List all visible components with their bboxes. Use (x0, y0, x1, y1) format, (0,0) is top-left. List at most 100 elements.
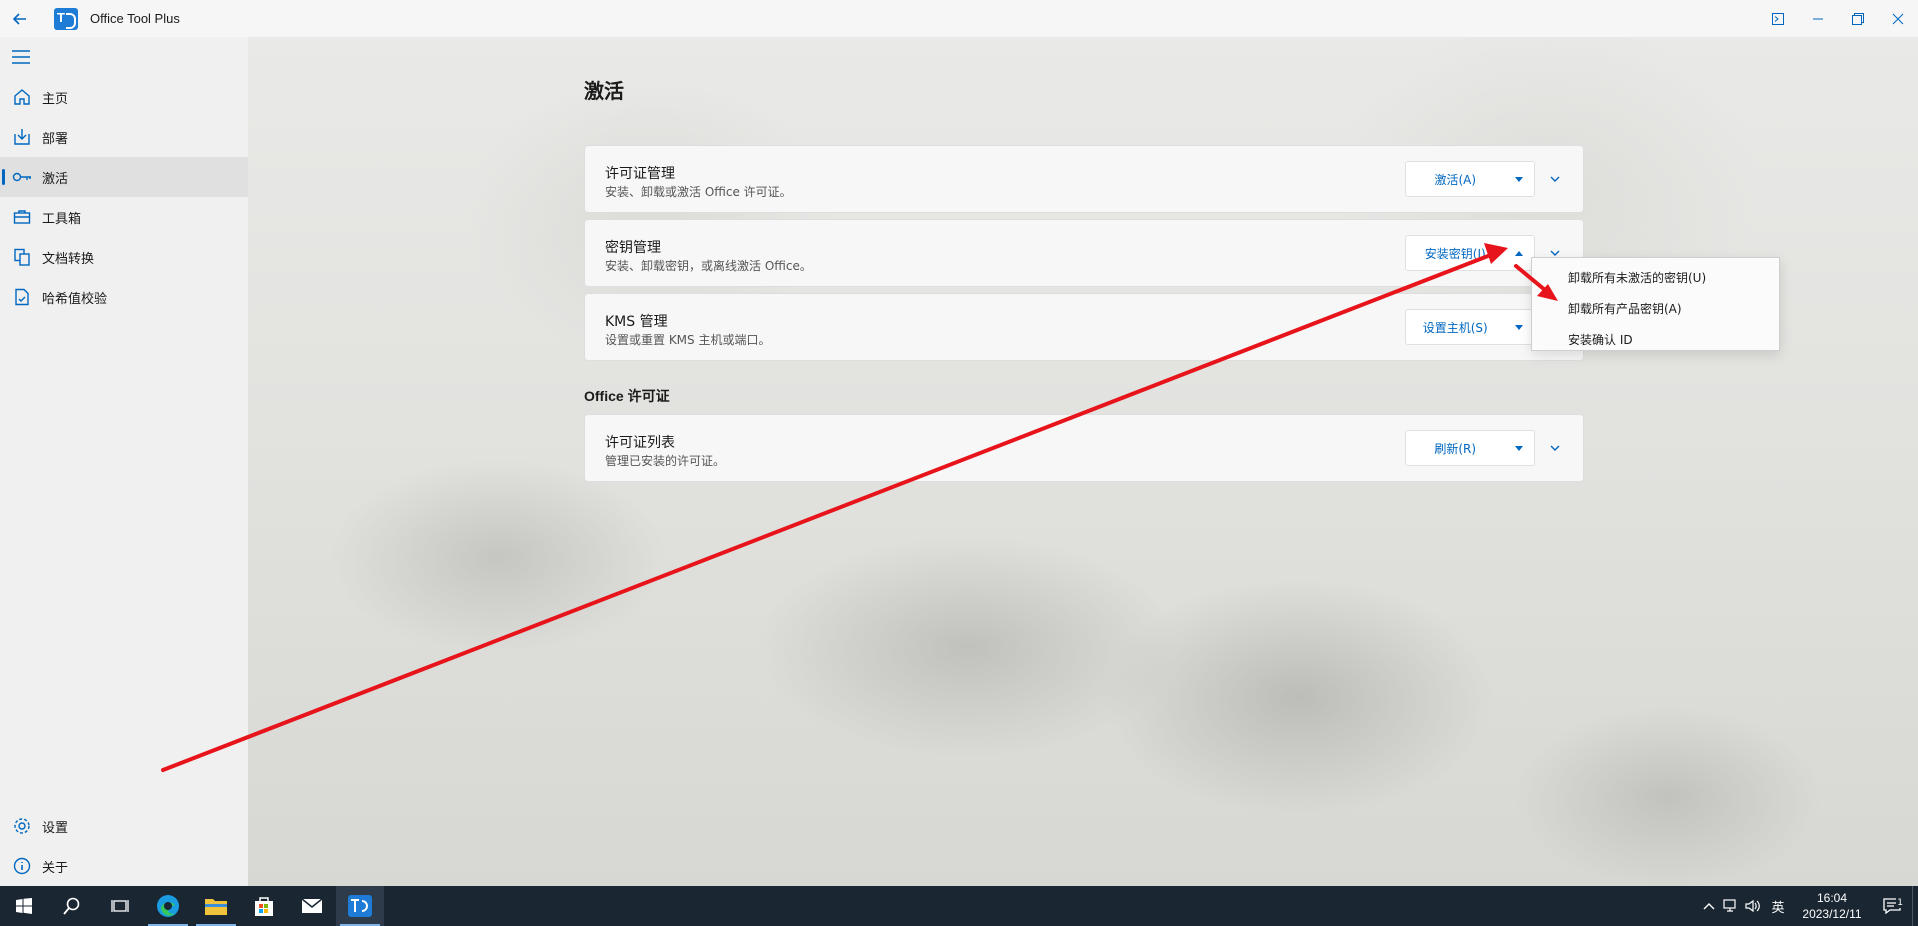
task-view-button[interactable] (96, 886, 144, 926)
sidebar: 主页 部署 激活 工具箱 文档转换 哈希值校验 设置 关于 (0, 37, 248, 886)
action-center-button[interactable]: 1 (1872, 898, 1912, 914)
edge-browser-icon (157, 895, 179, 917)
close-icon (1892, 13, 1904, 24)
show-desktop-button[interactable] (1912, 886, 1918, 926)
system-tray: 英 16:04 2023/12/11 1 (1698, 886, 1918, 926)
sidebar-item-deploy[interactable]: 部署 (0, 117, 248, 157)
minimize-icon (1813, 18, 1823, 19)
menu-toggle-button[interactable] (0, 37, 248, 77)
hash-check-icon (12, 287, 32, 307)
sidebar-item-hash-check[interactable]: 哈希值校验 (0, 277, 248, 317)
section-title: Office 许可证 (584, 388, 670, 404)
home-icon (12, 87, 32, 107)
app-title: Office Tool Plus (90, 11, 180, 26)
card-license-list: 许可证列表 管理已安装的许可证。 刷新(R) (584, 414, 1584, 482)
volume-button[interactable] (1742, 899, 1764, 913)
restore-button[interactable] (1838, 0, 1878, 37)
back-button[interactable] (0, 0, 40, 37)
caret-up-icon[interactable] (1504, 250, 1534, 256)
install-key-dropdown-menu: 卸载所有未激活的密钥(U) 卸载所有产品密钥(A) 安装确认 ID (1531, 257, 1780, 351)
chevron-down-icon[interactable] (1547, 171, 1563, 187)
taskbar-edge[interactable] (144, 886, 192, 926)
set-host-split-button[interactable]: 设置主机(S) (1405, 309, 1535, 345)
card-title: 许可证管理 (605, 166, 675, 182)
sidebar-item-about[interactable]: 关于 (0, 846, 248, 886)
set-host-button[interactable]: 设置主机(S) (1406, 319, 1504, 336)
caret-down-icon[interactable] (1504, 324, 1534, 330)
close-button[interactable] (1878, 0, 1918, 37)
menu-item-install-confirmation-id[interactable]: 安装确认 ID (1532, 324, 1779, 355)
sidebar-item-document-convert[interactable]: 文档转换 (0, 237, 248, 277)
office-tool-plus-icon (348, 895, 372, 917)
start-button[interactable] (0, 886, 48, 926)
search-icon (63, 897, 80, 915)
back-arrow-icon (13, 12, 26, 25)
input-language-indicator[interactable]: 英 (1764, 897, 1792, 916)
activate-split-button[interactable]: 激活(A) (1405, 161, 1535, 197)
gear-icon (12, 816, 32, 836)
show-hidden-icons-button[interactable] (1698, 902, 1720, 910)
minimize-button[interactable] (1798, 0, 1838, 37)
clock[interactable]: 16:04 2023/12/11 (1792, 890, 1872, 922)
activate-button[interactable]: 激活(A) (1406, 171, 1504, 188)
clock-time: 16:04 (1816, 891, 1848, 905)
document-convert-icon (12, 247, 32, 267)
sidebar-item-settings[interactable]: 设置 (0, 806, 248, 846)
menu-item-uninstall-inactive-keys[interactable]: 卸载所有未激活的密钥(U) (1532, 262, 1779, 293)
card-license-management: 许可证管理 安装、卸载或激活 Office 许可证。 激活(A) (584, 145, 1584, 213)
task-view-icon (111, 900, 129, 912)
title-bar: Office Tool Plus (0, 0, 1918, 37)
taskbar: 英 16:04 2023/12/11 1 (0, 886, 1918, 926)
chevron-up-icon (1703, 903, 1715, 910)
mail-icon (301, 898, 323, 913)
caret-down-icon[interactable] (1504, 176, 1534, 182)
deploy-icon (12, 127, 32, 147)
sidebar-item-label: 工具箱 (42, 211, 82, 227)
network-icon (1723, 899, 1736, 912)
sidebar-item-label: 哈希值校验 (42, 291, 108, 307)
network-button[interactable] (1720, 899, 1742, 913)
sidebar-item-label: 激活 (42, 171, 69, 187)
main-content: 激活 许可证管理 安装、卸载或激活 Office 许可证。 激活(A) 密钥管理… (248, 37, 1918, 886)
sidebar-item-label: 设置 (42, 820, 69, 836)
card-title: 许可证列表 (605, 435, 675, 451)
folder-icon (205, 899, 227, 915)
search-button[interactable] (48, 886, 96, 926)
card-description: 安装、卸载或激活 Office 许可证。 (605, 185, 792, 199)
taskbar-store[interactable] (240, 886, 288, 926)
store-bag-icon (255, 897, 273, 916)
toolbox-icon (12, 207, 32, 227)
sidebar-item-toolbox[interactable]: 工具箱 (0, 197, 248, 237)
caret-down-icon[interactable] (1504, 445, 1534, 451)
page-title: 激活 (584, 79, 624, 103)
sidebar-item-label: 文档转换 (42, 251, 95, 267)
card-key-management: 密钥管理 安装、卸载密钥，或离线激活 Office。 安装密钥(I) (584, 219, 1584, 287)
taskbar-file-explorer[interactable] (192, 886, 240, 926)
sidebar-item-activate[interactable]: 激活 (0, 157, 248, 197)
card-title: KMS 管理 (605, 314, 668, 330)
console-button[interactable] (1758, 0, 1798, 37)
card-description: 安装、卸载密钥，或离线激活 Office。 (605, 259, 812, 273)
card-title: 密钥管理 (605, 240, 661, 256)
notification-count-badge: 1 (1896, 898, 1904, 908)
install-key-split-button[interactable]: 安装密钥(I) (1405, 235, 1535, 271)
chevron-down-icon[interactable] (1547, 440, 1563, 456)
speaker-icon (1745, 899, 1760, 913)
sidebar-item-label: 部署 (42, 131, 69, 147)
hamburger-icon (12, 50, 30, 64)
taskbar-mail[interactable] (288, 886, 336, 926)
key-icon (12, 167, 32, 187)
taskbar-office-tool-plus[interactable] (336, 886, 384, 926)
card-description: 管理已安装的许可证。 (605, 454, 726, 468)
sidebar-item-home[interactable]: 主页 (0, 77, 248, 117)
card-description: 设置或重置 KMS 主机或端口。 (605, 333, 771, 347)
card-kms-management: KMS 管理 设置或重置 KMS 主机或端口。 设置主机(S) (584, 293, 1584, 361)
sidebar-bottom: 设置 关于 (0, 806, 248, 886)
install-key-button[interactable]: 安装密钥(I) (1406, 245, 1504, 262)
windows-logo-icon (16, 898, 32, 914)
app-logo-icon (54, 7, 78, 30)
refresh-split-button[interactable]: 刷新(R) (1405, 430, 1535, 466)
clock-date: 2023/12/11 (1802, 907, 1862, 921)
menu-item-uninstall-all-product-keys[interactable]: 卸载所有产品密钥(A) (1532, 293, 1779, 324)
refresh-button[interactable]: 刷新(R) (1406, 440, 1504, 457)
